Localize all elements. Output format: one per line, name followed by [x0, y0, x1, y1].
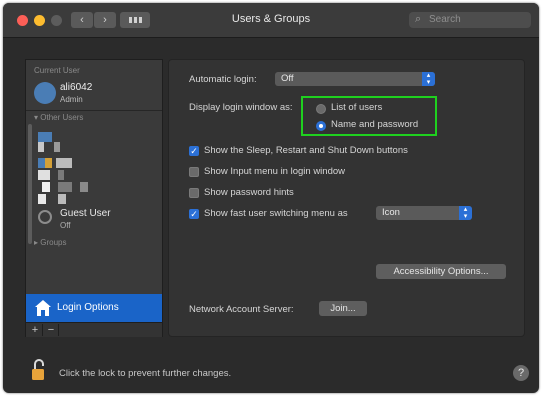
current-user-role: Admin — [60, 95, 83, 104]
title-bar: ‹ › Users & Groups ⌕ Search — [3, 3, 539, 38]
groups-heading-text: Groups — [40, 238, 67, 247]
popup-arrows-icon: ▴ ▾ — [422, 72, 435, 86]
sidebar-scrollbar[interactable] — [28, 124, 32, 244]
display-login-label: Display login window as: — [189, 102, 293, 113]
login-options-panel: Automatic login: Off ▴ ▾ Display login wi… — [168, 59, 525, 337]
fast-switch-label[interactable]: Show fast user switching menu as — [204, 208, 348, 219]
fast-switch-popup[interactable]: Icon ▴ ▾ — [376, 206, 472, 220]
input-menu-checkbox[interactable] — [189, 167, 199, 177]
input-menu-label[interactable]: Show Input menu in login window — [204, 166, 345, 177]
accessibility-options-button[interactable]: Accessibility Options... — [376, 264, 506, 279]
highlight-box — [301, 96, 437, 136]
users-groups-window: ‹ › Users & Groups ⌕ Search Current User… — [3, 3, 539, 393]
auto-login-label: Automatic login: — [189, 74, 257, 85]
search-placeholder: Search — [429, 14, 461, 25]
login-options-item[interactable]: Login Options — [26, 294, 162, 322]
other-users-heading-text: Other Users — [40, 113, 84, 122]
users-sidebar: Current User ali6042 Admin ▾ Other Users — [25, 59, 163, 337]
auto-login-value: Off — [281, 73, 294, 84]
remove-user-button[interactable]: − — [44, 324, 59, 336]
guest-user-status: Off — [60, 221, 71, 230]
lock-instruction: Click the lock to prevent further change… — [59, 368, 232, 379]
sleep-restart-checkbox[interactable]: ✓ — [189, 146, 199, 156]
current-user-heading: Current User — [34, 66, 80, 75]
fast-switch-checkbox[interactable]: ✓ — [189, 209, 199, 219]
login-options-label: Login Options — [57, 302, 119, 313]
password-hints-label[interactable]: Show password hints — [204, 187, 294, 198]
groups-heading[interactable]: ▸ Groups — [34, 238, 66, 247]
house-icon — [35, 300, 51, 316]
fast-switch-value: Icon — [382, 207, 400, 218]
popup-arrows-icon: ▴ ▾ — [459, 206, 472, 220]
lock-open-icon[interactable] — [31, 359, 47, 381]
help-button[interactable]: ? — [513, 365, 529, 381]
other-users-heading: ▾ Other Users — [34, 113, 84, 122]
add-remove-bar: + − — [26, 322, 162, 337]
guest-user-name[interactable]: Guest User — [60, 208, 111, 219]
add-user-button[interactable]: + — [28, 324, 43, 336]
current-user-name[interactable]: ali6042 — [60, 82, 92, 93]
password-hints-checkbox[interactable] — [189, 188, 199, 198]
auto-login-popup[interactable]: Off ▴ ▾ — [275, 72, 435, 86]
magnifier-icon: ⌕ — [415, 13, 422, 25]
guest-user-icon — [38, 210, 52, 224]
network-server-label: Network Account Server: — [189, 304, 294, 315]
join-button[interactable]: Join... — [319, 301, 367, 316]
search-field[interactable]: ⌕ Search — [409, 12, 531, 28]
current-user-avatar — [34, 82, 56, 104]
sleep-restart-label[interactable]: Show the Sleep, Restart and Shut Down bu… — [204, 145, 408, 156]
sidebar-divider — [26, 110, 162, 111]
